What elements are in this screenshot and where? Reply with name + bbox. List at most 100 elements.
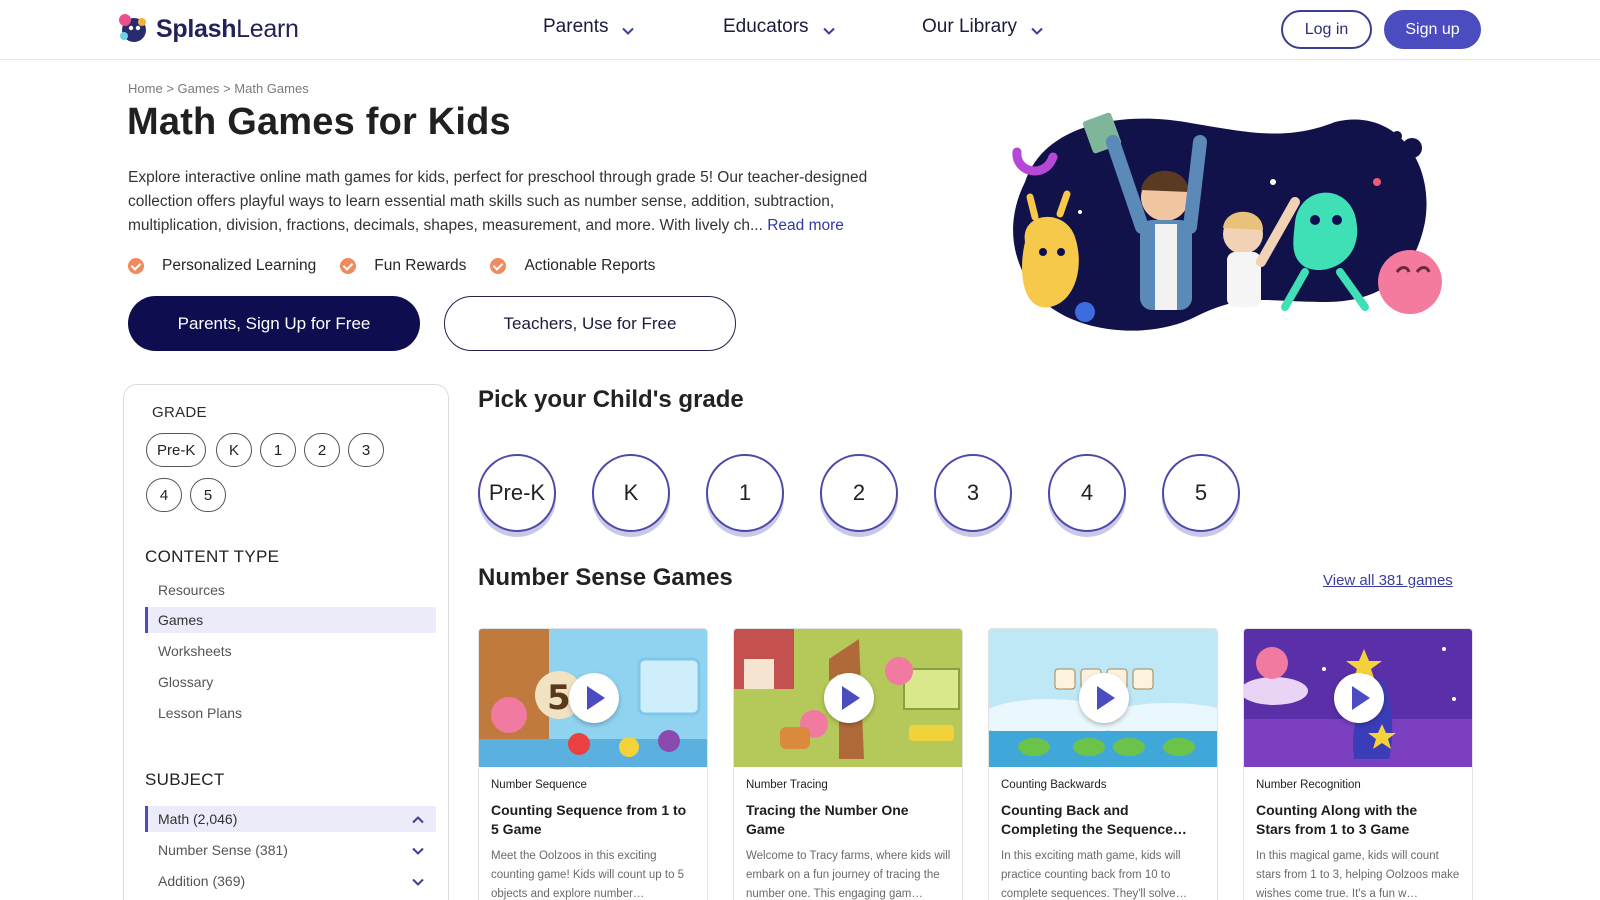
- game-description: In this exciting math game, kids will pr…: [1001, 850, 1188, 900]
- breadcrumb-games[interactable]: Games: [178, 81, 220, 96]
- hero-illustration: [1005, 102, 1465, 342]
- game-description: Meet the Oolzoos in this exciting counti…: [491, 850, 685, 900]
- grade-button-pre-k[interactable]: Pre-K: [478, 454, 556, 532]
- chevron-down-icon[interactable]: [412, 844, 424, 856]
- game-description: In this magical game, kids will count st…: [1256, 850, 1460, 900]
- game-thumbnail: [1244, 629, 1472, 767]
- play-icon[interactable]: [1334, 673, 1384, 723]
- subject-label: Addition (369): [158, 873, 246, 889]
- teachers-free-button[interactable]: Teachers, Use for Free: [444, 296, 736, 351]
- chevron-down-icon: [622, 21, 635, 35]
- subject-addition[interactable]: Addition (369): [145, 868, 436, 894]
- game-title: Counting Back and Completing the Sequenc…: [1001, 802, 1187, 837]
- game-card[interactable]: Number Recognition Counting Along with t…: [1243, 628, 1473, 900]
- signup-button[interactable]: Sign up: [1384, 10, 1481, 49]
- game-title: Tracing the Number One Game: [746, 802, 909, 837]
- grade-filter-heading: GRADE: [152, 404, 207, 421]
- subject-label: Number Sense (381): [158, 842, 288, 858]
- breadcrumb-math-games[interactable]: Math Games: [234, 81, 308, 96]
- breadcrumb-separator: >: [166, 81, 178, 96]
- top-header: SplashLearn Parents Educators Our Librar…: [0, 0, 1600, 60]
- grade-chip-4[interactable]: 4: [146, 478, 182, 512]
- grade-chip-2[interactable]: 2: [304, 433, 340, 467]
- feature-label: Actionable Reports: [524, 257, 656, 274]
- logo-wordmark: SplashLearn: [156, 15, 299, 44]
- game-title: Counting Along with the Stars from 1 to …: [1256, 802, 1418, 837]
- feature-label: Personalized Learning: [162, 257, 317, 274]
- content-type-resources[interactable]: Resources: [145, 577, 436, 603]
- content-type-worksheets[interactable]: Worksheets: [145, 638, 436, 664]
- check-icon: [340, 258, 357, 274]
- parents-signup-button[interactable]: Parents, Sign Up for Free: [128, 296, 420, 351]
- nav-our-library[interactable]: Our Library: [922, 16, 1043, 38]
- nav-label: Educators: [723, 16, 809, 37]
- intro-text: Explore interactive online math games fo…: [128, 166, 908, 238]
- game-thumbnail: [734, 629, 962, 767]
- game-thumbnail: 5: [479, 629, 707, 767]
- grade-button-2[interactable]: 2: [820, 454, 898, 532]
- check-icon: [490, 258, 507, 274]
- page-title: Math Games for Kids: [127, 101, 511, 143]
- subject-math[interactable]: Math (2,046): [145, 806, 436, 832]
- feature-label: Fun Rewards: [374, 257, 467, 274]
- grade-picker-title: Pick your Child's grade: [478, 386, 744, 413]
- chevron-down-icon[interactable]: [412, 875, 424, 887]
- view-all-games-link[interactable]: View all 381 games: [1323, 572, 1453, 589]
- feature-item: Fun Rewards: [340, 257, 466, 275]
- grade-chip-5[interactable]: 5: [190, 478, 226, 512]
- grade-button-1[interactable]: 1: [706, 454, 784, 532]
- game-card[interactable]: 5 Number Sequence Counting Sequence from…: [478, 628, 708, 900]
- subject-number-sense[interactable]: Number Sense (381): [145, 837, 436, 863]
- game-card[interactable]: Counting Backwards Counting Back and Com…: [988, 628, 1218, 900]
- content-type-lesson-plans[interactable]: Lesson Plans: [145, 700, 436, 726]
- nav-label: Parents: [543, 16, 609, 37]
- intro-body: Explore interactive online math games fo…: [128, 169, 868, 234]
- feature-list: Personalized Learning Fun Rewards Action…: [128, 257, 655, 275]
- chevron-down-icon: [822, 21, 835, 35]
- login-button[interactable]: Log in: [1281, 10, 1372, 49]
- play-icon[interactable]: [1079, 673, 1129, 723]
- grade-button-k[interactable]: K: [592, 454, 670, 532]
- grade-button-3[interactable]: 3: [934, 454, 1012, 532]
- grade-chip-3[interactable]: 3: [348, 433, 384, 467]
- content-type-heading: CONTENT TYPE: [145, 547, 280, 566]
- logo-mascot-icon: [116, 12, 152, 46]
- feature-item: Actionable Reports: [490, 257, 655, 275]
- game-title: Counting Sequence from 1 to 5 Game: [491, 802, 687, 837]
- number-sense-games-title: Number Sense Games: [478, 564, 733, 591]
- splashlearn-logo[interactable]: SplashLearn: [116, 12, 299, 46]
- feature-item: Personalized Learning: [128, 257, 316, 275]
- game-card[interactable]: Number Tracing Tracing the Number One Ga…: [733, 628, 963, 900]
- svg-text:5: 5: [547, 678, 571, 718]
- chevron-down-icon: [1031, 21, 1043, 35]
- logo-text-splash: Splash: [156, 14, 237, 43]
- subject-heading: SUBJECT: [145, 770, 225, 789]
- game-category: Number Tracing: [746, 779, 828, 791]
- game-category: Number Recognition: [1256, 779, 1361, 791]
- subject-label: Math (2,046): [158, 811, 238, 827]
- nav-label: Our Library: [922, 16, 1018, 37]
- play-icon[interactable]: [569, 673, 619, 723]
- play-icon[interactable]: [824, 673, 874, 723]
- grade-button-4[interactable]: 4: [1048, 454, 1126, 532]
- nav-parents[interactable]: Parents: [543, 16, 635, 38]
- breadcrumb-home[interactable]: Home: [128, 81, 163, 96]
- game-thumbnail: [989, 629, 1217, 767]
- breadcrumb: Home > Games > Math Games: [128, 81, 309, 96]
- grade-button-5[interactable]: 5: [1162, 454, 1240, 532]
- breadcrumb-separator: >: [223, 81, 235, 96]
- chevron-up-icon[interactable]: [412, 813, 424, 825]
- logo-text-learn: Learn: [236, 14, 299, 43]
- grade-chip-pre-k[interactable]: Pre-K: [146, 433, 207, 467]
- game-category: Number Sequence: [491, 779, 587, 791]
- filter-sidebar: GRADE Pre-K K 1 2 3 4 5 CONTENT TYPE Res…: [123, 384, 449, 900]
- content-type-games[interactable]: Games: [145, 607, 436, 633]
- nav-educators[interactable]: Educators: [723, 16, 835, 38]
- grade-chip-k[interactable]: K: [216, 433, 252, 467]
- game-category: Counting Backwards: [1001, 779, 1107, 791]
- grade-chip-1[interactable]: 1: [260, 433, 296, 467]
- game-description: Welcome to Tracy farms, where kids will …: [746, 850, 951, 900]
- content-type-glossary[interactable]: Glossary: [145, 669, 436, 695]
- check-icon: [128, 258, 144, 274]
- read-more-link[interactable]: Read more: [763, 217, 844, 234]
